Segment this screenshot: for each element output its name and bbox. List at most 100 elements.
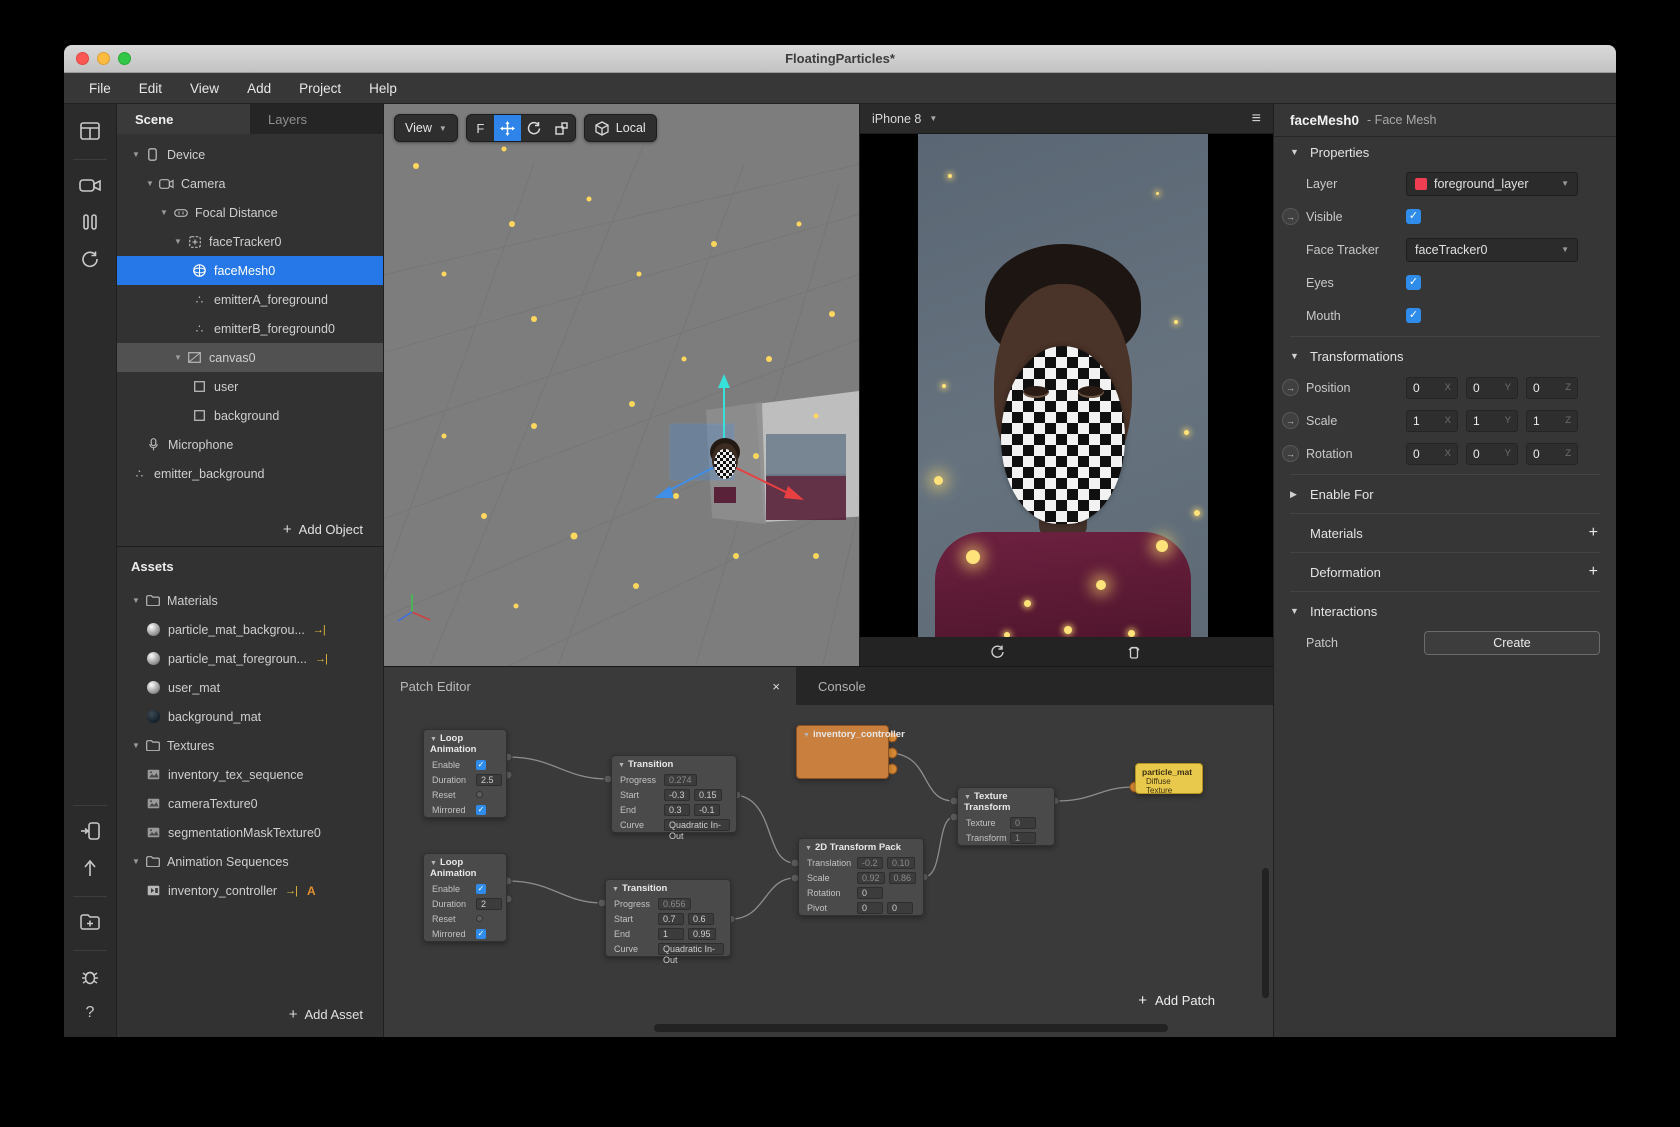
- curve-dropdown[interactable]: Quadratic In-Out: [658, 943, 724, 955]
- scene-item-facetracker0[interactable]: ▼ faceTracker0: [117, 227, 383, 256]
- menu-project[interactable]: Project: [286, 76, 354, 101]
- scene-item-emitter-background[interactable]: ∴ emitter_background: [117, 459, 383, 488]
- menu-file[interactable]: File: [76, 76, 124, 101]
- scale-tool[interactable]: [548, 115, 575, 141]
- expander-icon[interactable]: ▼: [145, 179, 155, 188]
- collapse-icon[interactable]: ▼: [964, 794, 971, 801]
- vertical-scrollbar[interactable]: [1262, 868, 1269, 998]
- viewport-3d[interactable]: View ▼ F: [384, 104, 860, 666]
- patch-connector-icon[interactable]: →: [1282, 379, 1299, 396]
- restart-simulation-icon[interactable]: [990, 644, 1005, 659]
- face-tracker-dropdown[interactable]: faceTracker0 ▼: [1406, 238, 1578, 262]
- visible-checkbox[interactable]: ✓: [1406, 209, 1421, 224]
- asset-camera-texture0[interactable]: cameraTexture0: [117, 789, 383, 818]
- patch-connector-icon[interactable]: →: [1282, 445, 1299, 462]
- add-deformation-button[interactable]: +: [1589, 563, 1598, 581]
- patch-node-texture-transform[interactable]: ▼Texture Transform Texture0 Transform1: [957, 787, 1055, 846]
- collapse-icon[interactable]: ▼: [803, 732, 810, 739]
- scale-z-field[interactable]: 1Z: [1526, 410, 1578, 432]
- tab-patch-editor[interactable]: Patch Editor ×: [384, 667, 796, 705]
- scene-item-device[interactable]: ▼ Device: [117, 140, 383, 169]
- asset-particle-mat-foreground[interactable]: particle_mat_foregroun... →|: [117, 644, 383, 673]
- section-enable-for[interactable]: ▶ Enable For: [1274, 479, 1616, 509]
- expander-icon[interactable]: ▼: [173, 353, 183, 362]
- expander-icon[interactable]: ▼: [131, 857, 141, 866]
- patch-node-loop-animation-a[interactable]: ▼Loop Animation Enable✓ Duration2.5 Rese…: [423, 729, 507, 818]
- position-z-field[interactable]: 0Z: [1526, 377, 1578, 399]
- patch-connector-icon[interactable]: →: [1282, 412, 1299, 429]
- create-patch-button[interactable]: Create: [1424, 631, 1600, 655]
- rotation-y-field[interactable]: 0Y: [1466, 443, 1518, 465]
- collapse-icon[interactable]: ▼: [805, 845, 812, 852]
- collapse-icon[interactable]: ▼: [430, 736, 437, 743]
- move-tool[interactable]: [494, 115, 521, 141]
- zoom-window-button[interactable]: [118, 52, 131, 65]
- patch-node-loop-animation-b[interactable]: ▼Loop Animation Enable✓ Duration2 Reset …: [423, 853, 507, 942]
- section-properties[interactable]: ▼ Properties: [1274, 137, 1616, 167]
- device-selector[interactable]: iPhone 8: [872, 112, 921, 126]
- add-patch-button[interactable]: + Add Patch: [1138, 992, 1215, 1009]
- restart-icon[interactable]: [77, 246, 103, 272]
- layout-panels-icon[interactable]: [77, 118, 103, 144]
- asset-inventory-controller[interactable]: inventory_controller →| A: [117, 876, 383, 905]
- local-space-button[interactable]: Local: [584, 114, 657, 142]
- help-icon[interactable]: ?: [77, 1000, 103, 1026]
- scene-item-microphone[interactable]: Microphone: [117, 430, 383, 459]
- add-asset-button[interactable]: + Add Asset: [117, 997, 383, 1031]
- expander-icon[interactable]: ▼: [131, 596, 141, 605]
- add-material-button[interactable]: +: [1589, 524, 1598, 542]
- collapse-icon[interactable]: ▼: [612, 886, 619, 893]
- position-x-field[interactable]: 0X: [1406, 377, 1458, 399]
- patch-editor-canvas[interactable]: ▼Loop Animation Enable✓ Duration2.5 Rese…: [384, 705, 1273, 1037]
- checkbox-checked[interactable]: ✓: [476, 884, 486, 894]
- simulator-menu-icon[interactable]: ≡: [1252, 110, 1261, 128]
- select-tool[interactable]: F: [467, 115, 494, 141]
- scene-item-user[interactable]: user: [117, 372, 383, 401]
- section-interactions[interactable]: ▼ Interactions: [1274, 596, 1616, 626]
- patch-node-particle-mat[interactable]: particle_mat Diffuse Texture: [1135, 763, 1203, 794]
- view-dropdown[interactable]: View ▼: [394, 114, 458, 142]
- patch-connector-icon[interactable]: →: [1282, 208, 1299, 225]
- close-icon[interactable]: ×: [772, 679, 780, 694]
- menu-help[interactable]: Help: [356, 76, 410, 101]
- pulse-button[interactable]: [476, 915, 483, 922]
- collapse-icon[interactable]: ▼: [430, 860, 437, 867]
- section-deformation[interactable]: Deformation +: [1274, 557, 1616, 587]
- bug-report-icon[interactable]: [77, 963, 103, 989]
- checkbox-checked[interactable]: ✓: [476, 929, 486, 939]
- horizontal-scrollbar[interactable]: [654, 1024, 1168, 1032]
- rotate-tool[interactable]: [521, 115, 548, 141]
- scene-item-background[interactable]: background: [117, 401, 383, 430]
- asset-segmentation-mask-texture0[interactable]: segmentationMaskTexture0: [117, 818, 383, 847]
- pulse-button[interactable]: [476, 791, 483, 798]
- scale-x-field[interactable]: 1X: [1406, 410, 1458, 432]
- asset-folder-materials[interactable]: ▼ Materials: [117, 586, 383, 615]
- rotate-device-icon[interactable]: [1126, 644, 1142, 659]
- tab-console[interactable]: Console: [796, 667, 888, 705]
- checkbox-checked[interactable]: ✓: [476, 805, 486, 815]
- layer-dropdown[interactable]: foreground_layer ▼: [1406, 172, 1578, 196]
- import-folder-icon[interactable]: [77, 909, 103, 935]
- expander-icon[interactable]: ▼: [131, 741, 141, 750]
- rotation-z-field[interactable]: 0Z: [1526, 443, 1578, 465]
- upload-icon[interactable]: [77, 855, 103, 881]
- menu-edit[interactable]: Edit: [126, 76, 175, 101]
- add-object-button[interactable]: + Add Object: [117, 512, 383, 546]
- expander-icon[interactable]: ▼: [131, 150, 141, 159]
- send-to-device-icon[interactable]: [77, 818, 103, 844]
- tab-scene[interactable]: Scene: [117, 104, 250, 134]
- scene-item-focal-distance[interactable]: ▼ Focal Distance: [117, 198, 383, 227]
- title-bar[interactable]: FloatingParticles*: [64, 45, 1616, 73]
- patch-node-transition-a[interactable]: ▼Transition Progress0.274 Start-0.30.15 …: [611, 755, 737, 833]
- scene-item-emittera-foreground[interactable]: ∴ emitterA_foreground: [117, 285, 383, 314]
- asset-user-mat[interactable]: user_mat: [117, 673, 383, 702]
- menu-view[interactable]: View: [177, 76, 232, 101]
- video-camera-icon[interactable]: [77, 172, 103, 198]
- patch-node-inventory-controller[interactable]: ▼inventory_controller: [796, 725, 889, 779]
- section-materials[interactable]: Materials +: [1274, 518, 1616, 548]
- mouth-checkbox[interactable]: ✓: [1406, 308, 1421, 323]
- pause-icon[interactable]: [77, 209, 103, 235]
- scene-item-camera[interactable]: ▼ Camera: [117, 169, 383, 198]
- chevron-down-icon[interactable]: ▼: [929, 114, 937, 123]
- asset-particle-mat-background[interactable]: particle_mat_backgrou... →|: [117, 615, 383, 644]
